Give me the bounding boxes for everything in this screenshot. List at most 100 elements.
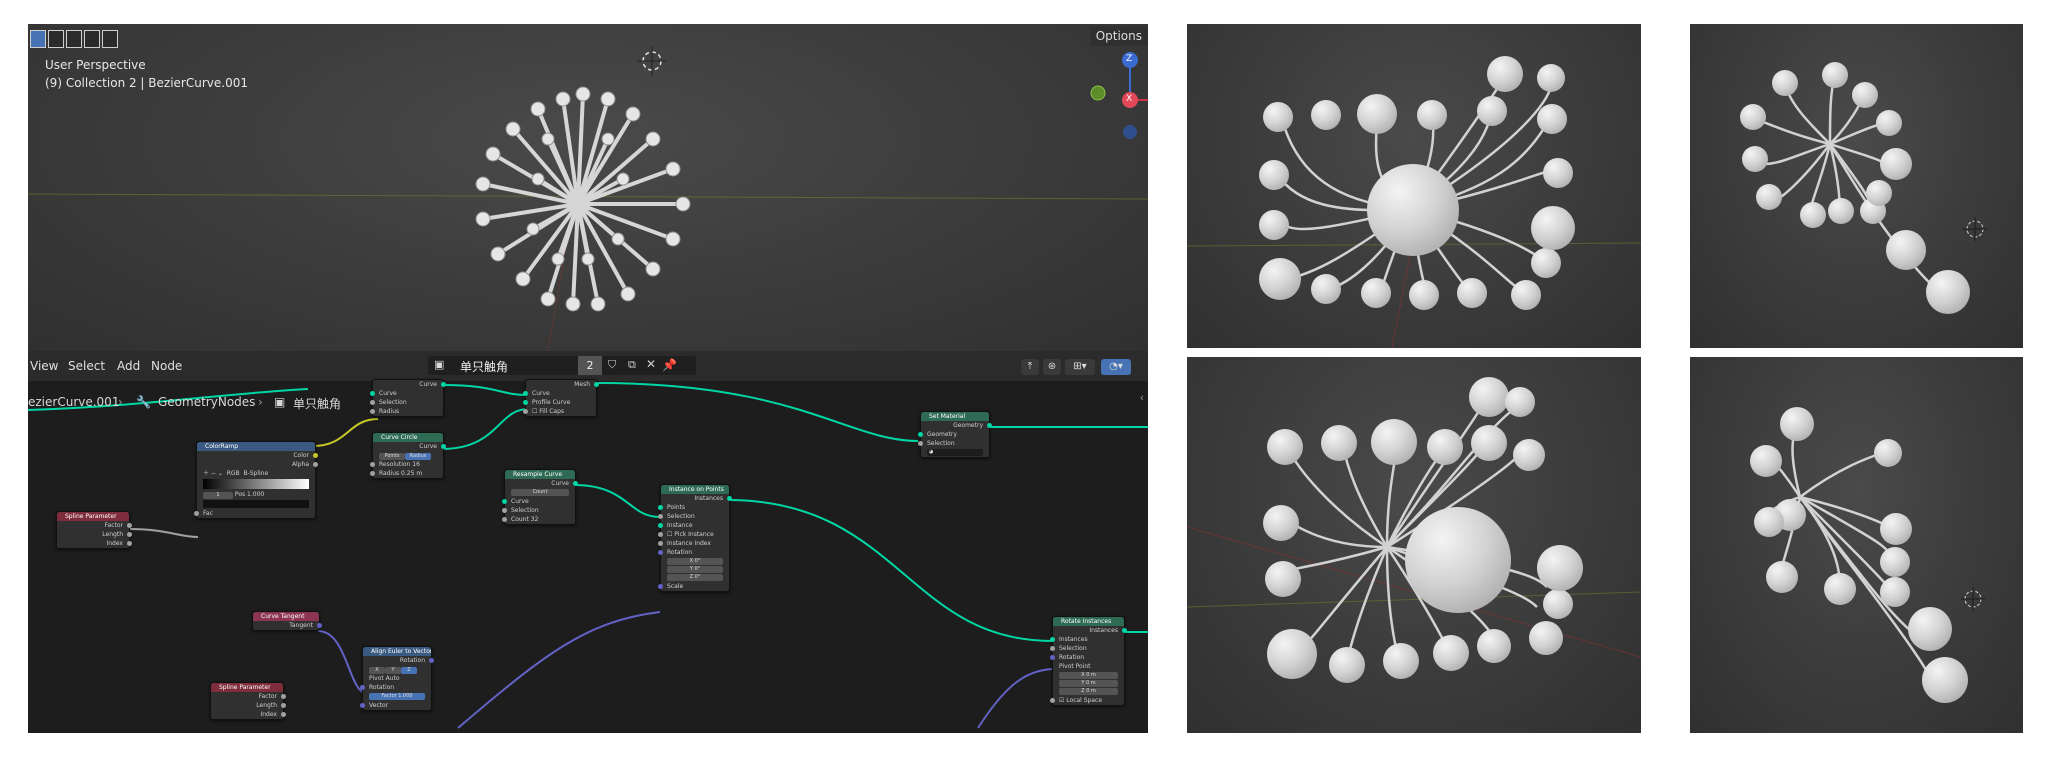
- node-editor[interactable]: View Select Add Node ▣ 单只触角 2 ⛉ ⧉ ✕ 📌 ⤒ …: [28, 351, 1148, 733]
- resample-mode-select[interactable]: Count: [511, 489, 569, 496]
- ramp-gradient[interactable]: [203, 479, 309, 489]
- in-instances: Instances: [1050, 635, 1124, 644]
- ramp-controls[interactable]: ＋ − ⌄ RGB B-Spline: [197, 469, 315, 478]
- rotation-x[interactable]: X 0°: [667, 558, 723, 565]
- render-preview-side: [1690, 24, 2023, 348]
- count-field[interactable]: Count 32: [502, 515, 575, 524]
- set-material-node[interactable]: Set Material Geometry Geometry Selection…: [918, 411, 992, 458]
- preview-sphere: [1513, 439, 1545, 471]
- preview-large-sphere: [1367, 164, 1459, 256]
- preview-sphere: [1471, 425, 1507, 461]
- out-alpha: Alpha: [197, 460, 318, 469]
- in-selection: Selection: [1050, 644, 1124, 653]
- in-selection: Selection: [502, 506, 575, 515]
- curve-circle-node[interactable]: Curve Circle Curve Points Radius Resoluti…: [370, 432, 446, 479]
- color-ramp-node[interactable]: ColorRamp Color Alpha ＋ − ⌄ RGB B-Spline…: [194, 441, 318, 519]
- breadcrumb-group[interactable]: 单只触角: [293, 395, 341, 412]
- in-scale: Scale: [658, 582, 729, 591]
- preview-sphere: [1417, 100, 1447, 130]
- out-instances: Instances: [661, 494, 732, 503]
- out-geometry: Geometry: [921, 421, 992, 430]
- select-subtract-tool[interactable]: [66, 30, 82, 48]
- sidebar-toggle-icon[interactable]: ‹: [1140, 391, 1144, 404]
- preview-sphere: [1742, 146, 1768, 172]
- navigation-gizmo[interactable]: Z X: [1088, 52, 1148, 152]
- preview-sphere: [1511, 280, 1541, 310]
- breadcrumb-object[interactable]: ezierCurve.001: [28, 395, 119, 409]
- preview-sphere: [1880, 577, 1910, 607]
- curve-tangent-node[interactable]: Curve Tangent Tangent: [252, 611, 322, 631]
- in-curve: Curve: [523, 389, 596, 398]
- preview-sphere: [1267, 429, 1303, 465]
- node-title: Curve Tangent: [253, 612, 319, 621]
- factor-field[interactable]: Factor 1.000: [369, 693, 425, 700]
- preview-sphere: [1750, 445, 1782, 477]
- align-euler-to-vector-node[interactable]: Align Euler to Vector Rotation XYZ Pivot…: [360, 646, 434, 711]
- preview-sphere: [1754, 507, 1784, 537]
- node-title: Spline Parameter: [211, 683, 283, 692]
- tentacle-burst-model[interactable]: [448, 69, 708, 329]
- preview-sphere: [1457, 278, 1487, 308]
- curve-input-node[interactable]: Curve Curve Selection Radius: [370, 379, 446, 417]
- select-invert-tool[interactable]: [84, 30, 100, 48]
- material-selector[interactable]: ◕: [927, 449, 983, 456]
- node-title: Set Material: [921, 412, 989, 421]
- mode-toggle[interactable]: Points Radius: [373, 451, 443, 460]
- node-title: ColorRamp: [197, 442, 315, 451]
- render-preview-front: [1187, 24, 1641, 348]
- spline-parameter-node[interactable]: Spline Parameter Factor Length Index: [210, 682, 286, 720]
- options-button[interactable]: Options: [1089, 26, 1148, 46]
- preview-sphere: [1259, 258, 1301, 300]
- pick-instance-checkbox[interactable]: ☐ Pick Instance: [658, 530, 729, 539]
- rotate-instances-node[interactable]: Rotate Instances Instances Instances Sel…: [1050, 616, 1127, 706]
- pivot-x[interactable]: X 0 m: [1059, 672, 1118, 679]
- pivot-select[interactable]: Pivot Auto: [363, 674, 431, 683]
- out-rotation: Rotation: [363, 656, 434, 665]
- curve-to-mesh-node[interactable]: Mesh Curve Profile Curve ☐ Fill Caps: [523, 379, 599, 417]
- select-box-tool[interactable]: [30, 30, 46, 48]
- preview-sphere: [1265, 561, 1301, 597]
- ramp-color-swatch[interactable]: [203, 500, 309, 508]
- preview-sphere: [1824, 573, 1856, 605]
- local-space-checkbox[interactable]: ☑ Local Space: [1050, 696, 1124, 705]
- rotation-z[interactable]: Z 0°: [667, 574, 723, 581]
- out-color: Color: [197, 451, 318, 460]
- select-extend-tool[interactable]: [48, 30, 64, 48]
- 3d-viewport[interactable]: User Perspective (9) Collection 2 | Bezi…: [28, 24, 1148, 351]
- ramp-position[interactable]: 1 Pos 1.000: [197, 490, 315, 499]
- node-title: Rotate Instances: [1053, 617, 1124, 626]
- render-preview-rotated: [1690, 357, 2023, 733]
- in-instance: Instance: [658, 521, 729, 530]
- resolution-field[interactable]: Resolution 16: [370, 460, 443, 469]
- in-vector: Vector: [360, 701, 431, 710]
- breadcrumb-modifier[interactable]: GeometryNodes: [158, 395, 255, 409]
- preview-sphere: [1543, 158, 1573, 188]
- fill-caps-checkbox[interactable]: ☐ Fill Caps: [523, 407, 596, 416]
- breadcrumb-separator-icon: ›: [258, 395, 263, 409]
- radius-field[interactable]: Radius 0.25 m: [370, 469, 443, 478]
- wrench-icon: 🔧: [136, 395, 151, 409]
- out-factor: Factor: [211, 692, 286, 701]
- preview-sphere: [1469, 377, 1509, 417]
- node-title: Resample Curve: [505, 470, 575, 479]
- render-preview-angled: [1187, 357, 1641, 733]
- pivot-y[interactable]: Y 0 m: [1059, 680, 1118, 687]
- resample-curve-node[interactable]: Resample Curve Curve Count Curve Selecti…: [502, 469, 578, 525]
- pivot-z[interactable]: Z 0 m: [1059, 688, 1118, 695]
- out-index: Index: [211, 710, 286, 719]
- in-fac: Fac: [194, 509, 315, 518]
- out-curve: Curve: [373, 442, 446, 451]
- node-title: Spline Parameter: [57, 512, 129, 521]
- rotation-y[interactable]: Y 0°: [667, 566, 723, 573]
- axis-toggle[interactable]: XYZ: [363, 665, 431, 674]
- preview-sphere: [1361, 278, 1391, 308]
- select-intersect-tool[interactable]: [102, 30, 118, 48]
- instance-on-points-node[interactable]: Instance on Points Instances Points Sele…: [658, 484, 732, 592]
- in-selection: Selection: [370, 398, 443, 407]
- preview-sphere: [1880, 148, 1912, 180]
- out-factor: Factor: [57, 521, 132, 530]
- view-perspective-label: User Perspective: [45, 58, 146, 72]
- spline-parameter-node[interactable]: Spline Parameter Factor Length Index: [56, 511, 132, 549]
- node-title: Curve Circle: [373, 433, 443, 442]
- out-mesh: Mesh: [526, 380, 599, 389]
